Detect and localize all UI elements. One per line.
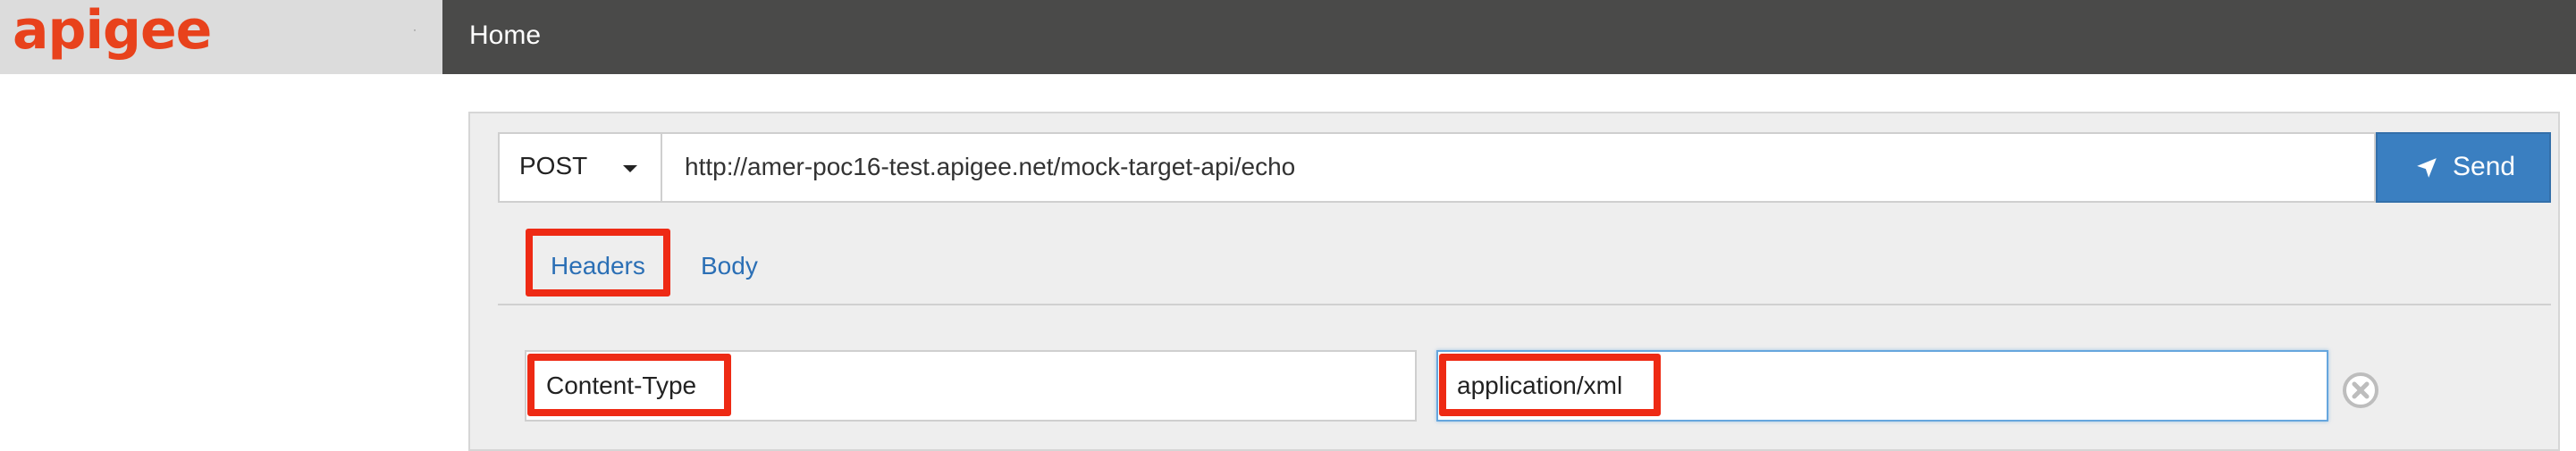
paper-plane-icon (2417, 158, 2437, 178)
chevron-down-icon (623, 165, 637, 172)
brand-area: apigee · (0, 0, 442, 74)
tab-body[interactable]: Body (701, 252, 758, 280)
home-link[interactable]: Home (469, 18, 541, 54)
send-button[interactable]: Send (2376, 132, 2551, 203)
header-key-value: Content-Type (546, 372, 697, 399)
url-value: http://amer-poc16-test.apigee.net/mock-t… (685, 153, 1296, 180)
top-navigation-bar: Home (442, 0, 2576, 74)
send-label: Send (2453, 152, 2516, 181)
sidebar-toggle-icon[interactable]: · (413, 23, 417, 36)
remove-circle-icon[interactable] (2342, 372, 2379, 409)
apigee-logo[interactable]: apigee (13, 4, 212, 57)
tab-headers[interactable]: Headers (551, 252, 645, 280)
tabs-divider (498, 304, 2551, 305)
header-value-value: application/xml (1457, 372, 1623, 399)
url-input[interactable]: http://amer-poc16-test.apigee.net/mock-t… (662, 132, 2376, 203)
method-value: POST (519, 152, 588, 180)
method-select[interactable]: POST (498, 132, 662, 203)
